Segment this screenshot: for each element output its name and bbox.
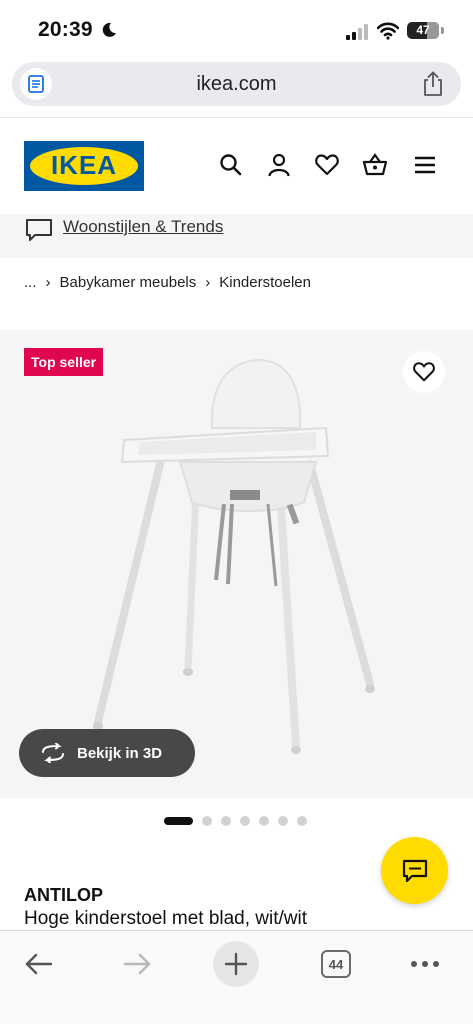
breadcrumb-separator: › — [205, 274, 211, 291]
battery-icon: 47 — [407, 22, 439, 39]
status-bar: 20:39 47 — [0, 0, 473, 58]
url-text[interactable]: ikea.com — [12, 73, 461, 96]
more-icon — [411, 961, 439, 967]
cellular-signal-icon — [346, 24, 368, 40]
pagination-dot[interactable] — [221, 816, 231, 826]
favorite-button[interactable] — [403, 351, 445, 393]
pagination-dot[interactable] — [297, 816, 307, 826]
pagination-dot[interactable] — [278, 816, 288, 826]
inspiration-link[interactable]: Woonstijlen & Trends — [63, 217, 223, 237]
forward-button[interactable] — [120, 941, 156, 987]
pagination-dot[interactable] — [202, 816, 212, 826]
pagination-dot[interactable] — [259, 816, 269, 826]
inspiration-bar[interactable]: Woonstijlen & Trends — [0, 214, 473, 258]
pagination-dot-active[interactable] — [164, 817, 193, 825]
product-image-highchair[interactable] — [80, 352, 390, 764]
back-arrow-icon — [25, 953, 53, 975]
product-description: Hoge kinderstoel met blad, wit/wit — [24, 908, 308, 929]
ikea-logo[interactable]: IKEA — [24, 141, 144, 191]
tabs-button[interactable]: 44 — [320, 941, 352, 987]
chat-button[interactable] — [381, 837, 448, 904]
gallery-pagination — [164, 816, 307, 826]
basket-icon[interactable] — [362, 152, 388, 178]
search-icon[interactable] — [218, 152, 244, 178]
more-button[interactable] — [408, 941, 442, 987]
moon-icon — [102, 22, 116, 37]
pagination-dot[interactable] — [240, 816, 250, 826]
new-tab-button[interactable] — [213, 941, 259, 987]
divider — [0, 117, 473, 118]
menu-icon[interactable] — [412, 152, 438, 178]
back-button[interactable] — [20, 941, 56, 987]
status-time: 20:39 — [38, 18, 93, 41]
new-tab-plus-icon — [224, 952, 248, 976]
top-seller-badge: Top seller — [24, 348, 104, 376]
address-bar[interactable]: ikea.com — [12, 62, 461, 106]
product-name: ANTILOP — [24, 885, 103, 905]
breadcrumb-ellipsis[interactable]: ... — [24, 274, 37, 291]
forward-arrow-icon — [123, 953, 151, 975]
browser-toolbar: 44 — [0, 930, 473, 1024]
breadcrumb-item-babykamer[interactable]: Babykamer meubels — [60, 274, 197, 291]
breadcrumb-item-kinderstoelen[interactable]: Kinderstoelen — [219, 274, 311, 291]
share-icon[interactable] — [421, 71, 445, 97]
battery-tip — [441, 27, 444, 34]
heart-icon[interactable] — [314, 152, 340, 178]
heart-icon — [413, 362, 435, 382]
tabs-icon: 44 — [321, 950, 351, 978]
wifi-icon — [377, 22, 399, 40]
rotate-3d-icon — [42, 743, 64, 763]
logo-text: IKEA — [50, 150, 118, 180]
view-in-3d-button[interactable]: Bekijk in 3D — [19, 729, 195, 777]
account-icon[interactable] — [266, 152, 292, 178]
chat-icon — [402, 859, 427, 882]
view-in-3d-label: Bekijk in 3D — [77, 744, 163, 762]
battery-level: 47 — [416, 23, 430, 37]
breadcrumb-separator: › — [45, 274, 51, 291]
speech-bubble-icon — [26, 219, 52, 241]
breadcrumb: ... › Babykamer meubels › Kinderstoelen — [24, 274, 311, 291]
